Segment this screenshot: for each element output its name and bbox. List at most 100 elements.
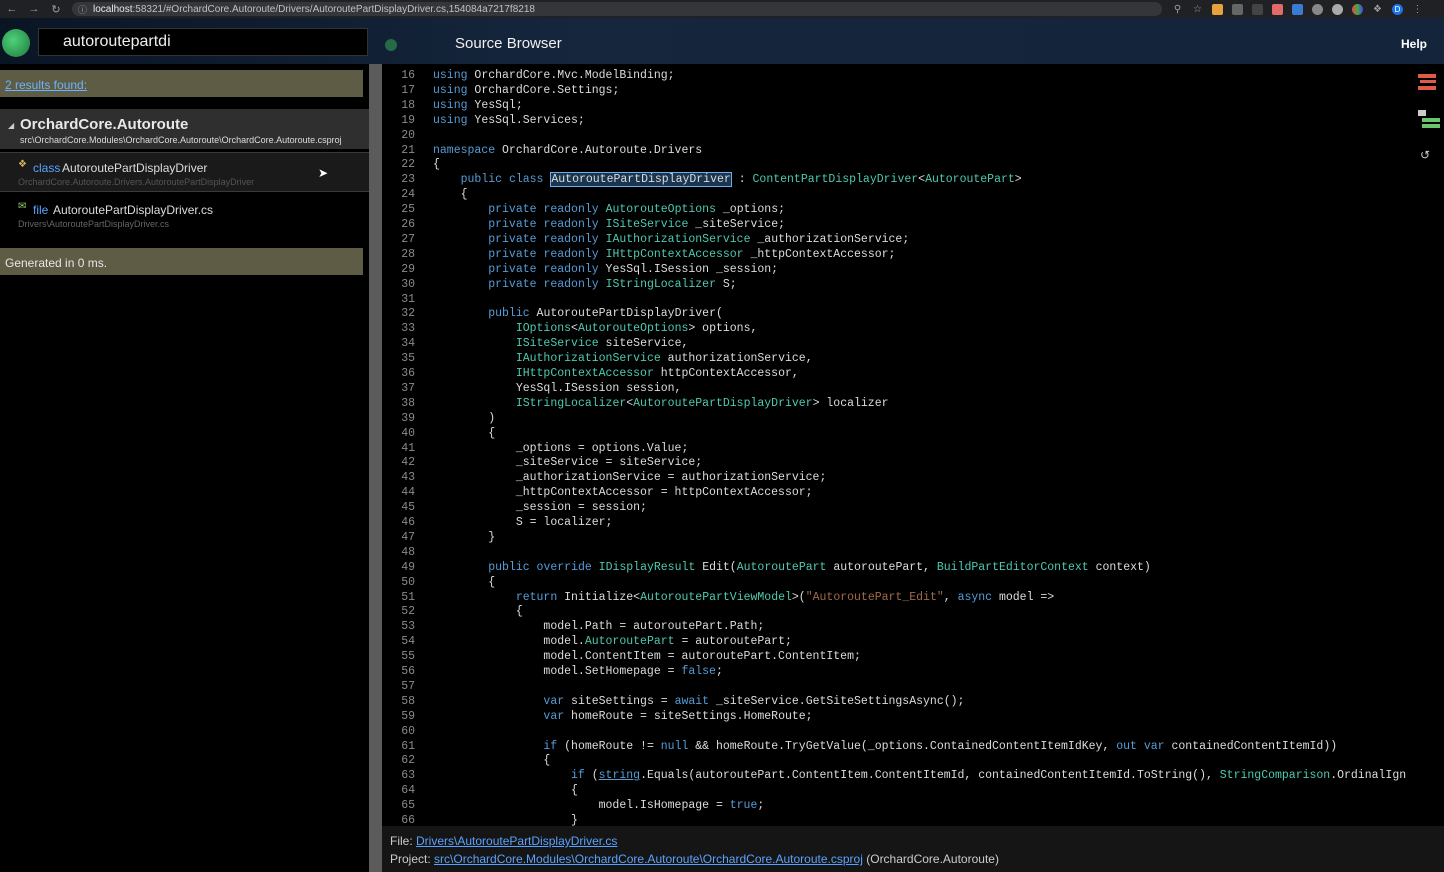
info-icon[interactable]: ⓘ [78,3,87,16]
line-number: 29 [401,262,415,276]
line-number: 53 [401,620,415,634]
file-link[interactable]: Drivers\AutoroutePartDisplayDriver.cs [416,834,617,848]
code-line: 31 [382,292,433,307]
results-count-link[interactable]: 2 results found: [5,78,87,92]
list-item[interactable]: ✉ file AutoroutePartDisplayDriver.cs Dri… [0,195,369,235]
code-line: 33 IOptions<AutorouteOptions> options, [382,321,757,336]
menu-icon[interactable]: ⋮ [1412,4,1423,15]
star-icon[interactable]: ☆ [1192,4,1203,15]
line-number: 65 [401,799,415,813]
results-bar: 2 results found: [0,70,363,97]
line-number: 66 [401,814,415,826]
generated-text: Generated in 0 ms. [5,256,108,270]
line-number: 51 [401,590,415,604]
line-number: 16 [401,69,415,82]
extension-icon[interactable] [1252,3,1263,15]
result-group[interactable]: ◢ OrchardCore.Autoroute src\OrchardCore.… [0,109,369,149]
outline-icon[interactable] [1420,80,1436,83]
code-line: 35 IAuthorizationService authorizationSe… [382,351,812,366]
extension-icon[interactable] [1232,3,1243,15]
line-number: 50 [401,575,415,589]
results-panel: 2 results found: ◢ OrchardCore.Autoroute… [0,64,369,872]
code-line: 65 model.IsHomepage = true; [382,798,764,813]
line-number: 62 [401,754,415,768]
panel-splitter[interactable] [369,64,382,872]
line-number: 52 [401,605,415,619]
extension-icon[interactable] [1292,3,1303,15]
extensions-bar: ⚲ ☆ ❖ D ⋮ [1172,3,1423,15]
search-input[interactable]: autoroutepartdi [38,28,368,56]
project-suffix: (OrchardCore.Autoroute) [866,852,999,866]
zoom-icon[interactable]: ⚲ [1172,4,1183,15]
avatar[interactable]: D [1392,3,1403,15]
group-path: src\OrchardCore.Modules\OrchardCore.Auto… [20,135,342,145]
line-number: 32 [401,307,415,321]
help-link[interactable]: Help [1401,37,1427,51]
code-viewer: 16 using OrchardCore.Mvc.ModelBinding; 17 u… [382,64,1444,826]
project-link[interactable]: src\OrchardCore.Modules\OrchardCore.Auto… [434,852,863,866]
code-line: 60 [382,724,433,739]
line-number: 35 [401,352,415,366]
item-kind: class [33,161,61,175]
code-line: 38 IStringLocalizer<AutoroutePartDisplay… [382,396,888,411]
brand-icon [385,39,397,51]
code-line: 37 YesSql.ISession session, [382,381,681,396]
line-number: 18 [401,98,415,112]
code-line: 21 namespace OrchardCore.Autoroute.Driver… [382,143,702,158]
code-line: 20 [382,128,433,143]
line-number: 36 [401,367,415,380]
code-line: 44 _httpContextAccessor = httpContextAcc… [382,485,812,500]
line-number: 63 [401,769,415,783]
code-line: 22{ [382,157,440,172]
code-line: 40 { [382,426,495,441]
line-number: 30 [401,277,415,291]
url-host: localhost [93,3,133,15]
file-icon: ✉ [18,201,27,212]
line-number: 26 [401,218,415,231]
class-icon: ❖ [18,159,27,170]
extension-icon[interactable] [1332,3,1343,15]
line-number: 48 [401,545,415,559]
line-number: 59 [401,709,415,723]
mouse-cursor-icon: ➤ [318,166,329,180]
page-title: Source Browser [455,35,562,52]
line-number: 38 [401,396,415,410]
namespace-icon[interactable] [1422,118,1440,122]
arrow-left-icon[interactable]: ← [6,3,18,16]
references-icon[interactable]: ↺ [1420,148,1430,162]
item-name: AutoroutePartDisplayDriver [62,161,208,175]
code-line: 43 _authorizationService = authorization… [382,470,826,485]
code-line: 26 private readonly ISiteService _siteSe… [382,217,785,232]
code-line: 30 private readonly IStringLocalizer S; [382,277,737,292]
code-line: 41 _options = options.Value; [382,441,688,456]
code-line: 19 using YesSql.Services; [382,113,585,128]
line-number: 24 [401,188,415,202]
list-item[interactable]: ❖ class AutoroutePartDisplayDriver Orcha… [0,152,369,192]
item-sub: Drivers\AutoroutePartDisplayDriver.cs [18,219,170,229]
address-bar[interactable]: ⓘ localhost :58321/#OrchardCore.Autorout… [72,2,1162,16]
line-number: 42 [401,456,415,470]
file-label: File: [390,834,413,848]
namespace-icon[interactable] [1422,124,1440,128]
extension-icon[interactable] [1312,3,1323,15]
code-line: 63 if (string.Equals(autoroutePart.Conte… [382,768,1406,783]
line-number: 54 [401,635,415,649]
extension-icon[interactable] [1352,3,1363,15]
line-number: 21 [401,143,415,157]
arrow-right-icon[interactable]: → [28,3,40,16]
code-line: 45 _session = session; [382,500,647,515]
code-line: 28 private readonly IHttpContextAccessor… [382,247,895,262]
outline-icon[interactable] [1418,74,1436,78]
code-line: 58 var siteSettings = await _siteService… [382,694,964,709]
reload-icon[interactable]: ↻ [50,3,62,16]
logo-icon[interactable] [2,29,30,57]
group-name: OrchardCore.Autoroute [20,116,189,133]
outline-icon[interactable] [1418,86,1436,90]
namespace-icon[interactable] [1418,110,1426,116]
line-number: 19 [401,113,415,127]
collapse-triangle-icon[interactable]: ◢ [8,121,14,130]
line-number: 43 [401,471,415,485]
extension-icon[interactable] [1212,3,1223,15]
puzzle-icon[interactable]: ❖ [1372,4,1383,15]
extension-icon[interactable] [1272,3,1283,15]
